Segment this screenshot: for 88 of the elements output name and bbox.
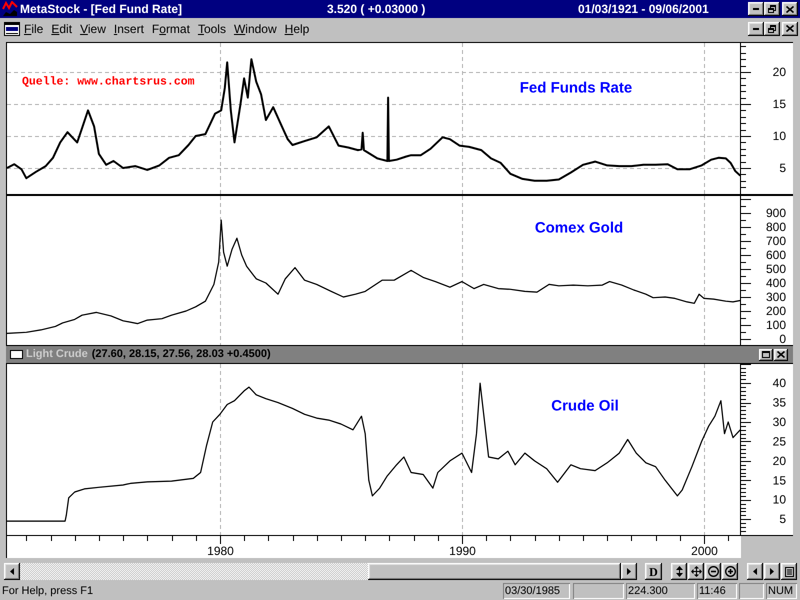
- y-axis-label: 30: [772, 415, 786, 430]
- previous-button[interactable]: [747, 563, 763, 580]
- quote-readout: 3.520 ( +0.03000 ): [327, 1, 426, 18]
- y-axis-label: 800: [766, 220, 786, 234]
- chart-title: Fed Funds Rate: [520, 80, 632, 96]
- next-button[interactable]: [764, 563, 780, 580]
- close-button[interactable]: [782, 2, 798, 16]
- document-icon[interactable]: [4, 22, 20, 36]
- menu-item[interactable]: Insert: [110, 20, 148, 38]
- y-axis-label: 5: [779, 512, 786, 526]
- left-arrow-icon: [10, 568, 14, 575]
- menu-item[interactable]: View: [76, 20, 110, 38]
- y-axis-label: 0: [779, 332, 786, 346]
- up-down-arrow-icon: [676, 566, 682, 577]
- status-field: 224.300: [626, 583, 695, 599]
- x-axis-label: 1980: [207, 544, 234, 558]
- app-logo-icon: [2, 1, 18, 17]
- status-field: [739, 583, 764, 599]
- right-arrow-icon: [770, 568, 774, 575]
- vertical-scale-button[interactable]: [671, 563, 687, 580]
- x-axis-label: 1990: [449, 544, 476, 558]
- left-arrow-icon: [753, 568, 757, 575]
- zoom-out-button[interactable]: [705, 563, 721, 580]
- y-axis-label: 10: [772, 129, 786, 143]
- y-axis-label: 25: [772, 434, 786, 448]
- zoom-in-button[interactable]: [722, 563, 738, 580]
- menu-item[interactable]: Tools: [194, 20, 230, 38]
- scroll-right-button[interactable]: [621, 563, 637, 580]
- menu-item[interactable]: Window: [230, 20, 281, 38]
- status-field: [573, 583, 624, 599]
- close-icon: [777, 351, 785, 358]
- restore-icon: [768, 5, 776, 13]
- close-button[interactable]: [774, 348, 788, 360]
- window-title: MetaStock - [Fed Fund Rate]: [20, 1, 184, 18]
- close-icon: [786, 6, 794, 12]
- list-button[interactable]: [781, 563, 797, 580]
- window-icon: [10, 350, 23, 359]
- y-axis-label: 100: [766, 318, 786, 332]
- zoom-out-icon: [708, 566, 718, 577]
- chart-title: Comex Gold: [534, 220, 624, 236]
- chart-title: Crude Oil: [551, 398, 619, 414]
- menu-item[interactable]: Format: [148, 20, 194, 38]
- y-axis-label: 15: [772, 473, 786, 488]
- y-axis-label: 500: [766, 262, 786, 276]
- help-hint: For Help, press F1: [2, 584, 94, 599]
- y-axis-label: 700: [766, 234, 786, 248]
- list-icon: [784, 566, 794, 576]
- y-axis-label: 5: [779, 161, 786, 175]
- restore-button[interactable]: [764, 22, 780, 36]
- minimize-button[interactable]: [748, 22, 764, 36]
- right-arrow-icon: [627, 568, 631, 575]
- y-axis-label: 900: [766, 206, 786, 220]
- y-axis-label: 10: [772, 492, 786, 507]
- pane-title: Light Crude: [26, 347, 88, 362]
- y-axis-label: 35: [772, 396, 786, 410]
- y-axis-label: 300: [766, 290, 786, 304]
- menu-item[interactable]: File: [20, 20, 48, 38]
- y-axis-label: 20: [772, 65, 786, 79]
- maximize-button[interactable]: [759, 348, 773, 360]
- minimize-button[interactable]: [748, 2, 764, 16]
- restore-icon: [768, 24, 776, 32]
- date-range: 01/03/1921 - 09/06/2001: [578, 1, 709, 18]
- scrollbar-thumb[interactable]: [368, 563, 621, 580]
- scroll-left-button[interactable]: [4, 563, 20, 580]
- y-axis-label: 200: [766, 304, 786, 318]
- y-axis-label: 400: [766, 276, 786, 290]
- close-icon: [786, 25, 794, 32]
- source-note: Quelle: www.chartsrus.com: [22, 76, 195, 88]
- minimize-icon: [753, 28, 759, 30]
- day-button[interactable]: D: [645, 563, 662, 580]
- y-axis-label: 15: [772, 97, 786, 111]
- status-field: NUM: [766, 583, 797, 599]
- y-axis-label: 20: [772, 454, 786, 468]
- maximize-icon: [762, 351, 770, 358]
- four-way-arrow-icon: [690, 566, 702, 577]
- x-axis-label: 2000: [691, 544, 718, 558]
- status-field: 11:46: [697, 583, 737, 599]
- y-axis-label: 600: [766, 248, 786, 262]
- status-field: 03/30/1985: [503, 583, 570, 599]
- close-button[interactable]: [782, 22, 798, 36]
- menu-item[interactable]: Help: [280, 20, 314, 38]
- y-axis-label: 40: [772, 376, 786, 390]
- minimize-icon: [753, 8, 759, 10]
- pan-button[interactable]: [688, 563, 704, 580]
- restore-button[interactable]: [764, 2, 780, 16]
- pane-values: (27.60, 28.15, 27.56, 28.03 +0.4500): [92, 347, 271, 362]
- zoom-in-icon: [724, 566, 736, 577]
- menu-item[interactable]: Edit: [47, 20, 76, 38]
